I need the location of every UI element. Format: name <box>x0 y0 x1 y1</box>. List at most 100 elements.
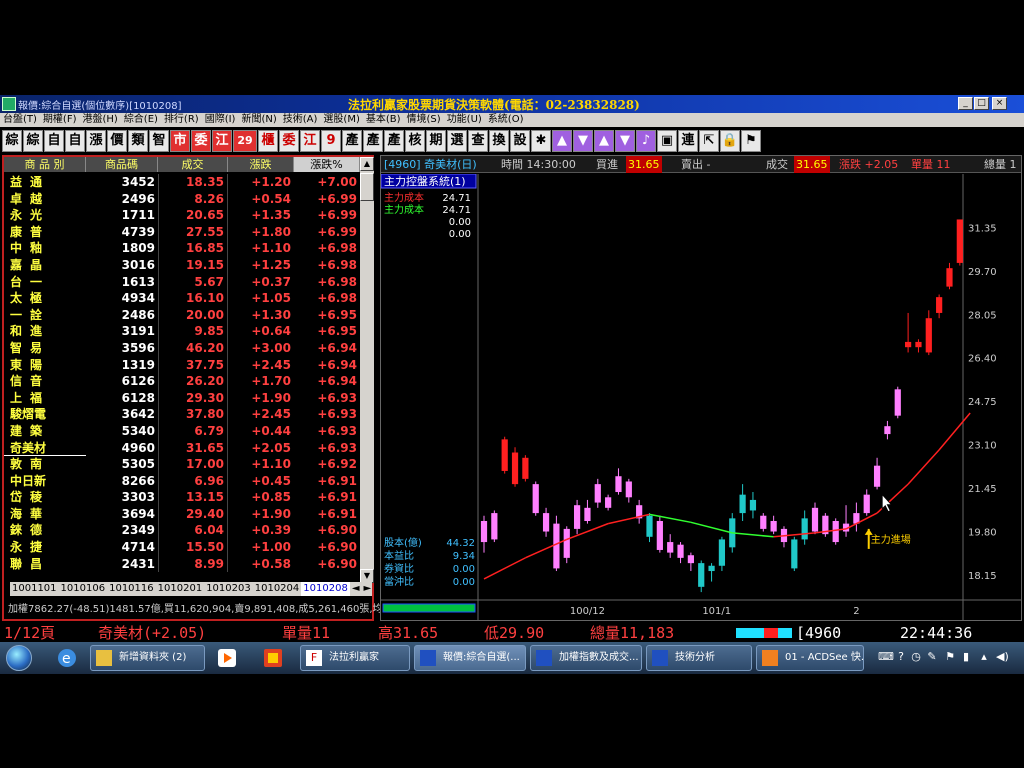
window-icon[interactable]: ▣ <box>657 130 677 152</box>
menu-item-intl[interactable]: 國際(I) <box>202 113 239 127</box>
toolbar-button-25[interactable]: 設 <box>510 130 530 152</box>
table-row[interactable]: 駿熠電 3642 37.80 +2.45 +6.93 <box>4 406 360 423</box>
table-row[interactable]: 中日新 8266 6.96 +0.45 +6.91 <box>4 472 360 490</box>
toolbar-button-18[interactable]: 產 <box>363 130 383 152</box>
toolbar-button-10[interactable]: 委 <box>191 130 211 152</box>
header-change[interactable]: 漲跌 <box>228 157 294 172</box>
arrow-up-icon[interactable]: ▲ <box>552 130 572 152</box>
task-folder[interactable]: 新增資料夾 (2) <box>90 645 205 671</box>
link-icon[interactable]: 連 <box>678 130 698 152</box>
toolbar-button-9[interactable]: 市 <box>170 130 190 152</box>
table-row[interactable]: 太極 4934 16.10 +1.05 +6.98 <box>4 290 360 307</box>
tray-clock-icon[interactable]: ◷ <box>910 650 922 664</box>
toolbar-button-22[interactable]: 選 <box>447 130 467 152</box>
header-code[interactable]: 商品碼 <box>86 157 158 172</box>
table-row[interactable]: 奇美材 4960 31.65 +2.05 +6.93 <box>4 439 360 457</box>
quote-scrollbar[interactable]: ▲ ▼ <box>360 157 374 583</box>
table-row[interactable]: 東陽 1319 37.75 +2.45 +6.94 <box>4 356 360 374</box>
arrow-down-icon-2[interactable]: ▼ <box>615 130 635 152</box>
table-row[interactable]: 錸德 2349 6.04 +0.39 +6.90 <box>4 522 360 540</box>
menu-item-hk[interactable]: 港盤(H) <box>79 113 120 127</box>
lock-icon[interactable]: 🔒 <box>720 130 740 152</box>
export-icon[interactable]: ⇱ <box>699 130 719 152</box>
table-row[interactable]: 和進 3191 9.85 +0.64 +6.95 <box>4 323 360 340</box>
tab-1010208[interactable]: 1010208 <box>301 582 350 596</box>
tab-1010116[interactable]: 1010116 <box>107 582 156 596</box>
toolbar-button-5[interactable]: 漲 <box>86 130 106 152</box>
table-row[interactable]: 台一 1613 5.67 +0.37 +6.98 <box>4 273 360 291</box>
header-change-pct[interactable]: 漲跌% <box>294 157 360 172</box>
flag-icon[interactable]: ⚑ <box>741 130 761 152</box>
start-button[interactable] <box>6 645 32 671</box>
toolbar-button-24[interactable]: 換 <box>489 130 509 152</box>
toolbar-button-12[interactable]: 29 <box>233 130 257 152</box>
table-row[interactable]: 一詮 2486 20.00 +1.30 +6.95 <box>4 306 360 324</box>
toolbar-button-15[interactable]: 江 <box>300 130 320 152</box>
tab-scroll-right[interactable]: ► <box>362 582 374 596</box>
table-row[interactable]: 海華 3694 29.40 +1.90 +6.91 <box>4 505 360 523</box>
close-button[interactable]: × <box>992 97 1007 110</box>
table-row[interactable]: 建築 5340 6.79 +0.44 +6.93 <box>4 422 360 440</box>
table-row[interactable]: 中釉 1809 16.85 +1.10 +6.98 <box>4 240 360 257</box>
table-row[interactable]: 永光 1711 20.65 +1.35 +6.99 <box>4 207 360 224</box>
toolbar-button-4[interactable]: 自 <box>65 130 85 152</box>
media-player-icon[interactable] <box>214 646 240 670</box>
task-quotes[interactable]: 報價:綜合自選(... <box>414 645 526 671</box>
menu-item-news[interactable]: 新聞(N) <box>238 113 279 127</box>
candlestick-chart[interactable]: 31.35 29.70 28.05 26.40 24.75 23.10 21.45 19.80… <box>381 174 1021 620</box>
table-row[interactable]: 康普 4739 27.55 +1.80 +6.99 <box>4 223 360 241</box>
toolbar-button-13[interactable]: 櫃 <box>258 130 278 152</box>
toolbar-button-14[interactable]: 委 <box>279 130 299 152</box>
tray-flag-icon[interactable]: ⚑ <box>944 650 956 664</box>
table-row[interactable]: 嘉晶 3016 19.15 +1.25 +6.98 <box>4 256 360 274</box>
table-row[interactable]: 聯昌 2431 8.99 +0.58 +6.90 <box>4 555 360 573</box>
table-row[interactable]: 岱稜 3303 13.15 +0.85 +6.91 <box>4 489 360 506</box>
toolbar-button-16[interactable]: 9 <box>321 130 341 152</box>
scroll-down-arrow-icon[interactable]: ▼ <box>360 569 374 583</box>
toolbar-button-21[interactable]: 期 <box>426 130 446 152</box>
scroll-up-arrow-icon[interactable]: ▲ <box>360 157 374 171</box>
tray-volume-icon[interactable]: ◀) <box>996 650 1009 664</box>
tray-tool-icon[interactable]: ✎ <box>926 650 938 664</box>
tab-scroll-left[interactable]: ◄ <box>350 582 362 596</box>
scroll-thumb[interactable] <box>360 173 374 201</box>
table-row[interactable]: 敦南 5305 17.00 +1.10 +6.92 <box>4 456 360 473</box>
minimize-button[interactable]: _ <box>958 97 973 110</box>
table-row[interactable]: 永捷 4714 15.50 +1.00 +6.90 <box>4 539 360 556</box>
tray-help-icon[interactable]: ? <box>895 650 907 664</box>
toolbar-button-7[interactable]: 類 <box>128 130 148 152</box>
settings-app-icon[interactable] <box>260 646 286 670</box>
menu-item-basic[interactable]: 基本(B) <box>363 113 404 127</box>
tab-1010201[interactable]: 1010201 <box>156 582 205 596</box>
table-row[interactable]: 信音 6126 26.20 +1.70 +6.94 <box>4 373 360 390</box>
task-acdsee[interactable]: 01 - ACDSee 快... <box>756 645 864 671</box>
table-row[interactable]: 益通 3452 18.35 +1.20 +7.00 <box>4 174 360 191</box>
toolbar-button-19[interactable]: 產 <box>384 130 404 152</box>
task-index[interactable]: 加權指數及成交... <box>530 645 642 671</box>
menu-item-ranking[interactable]: 排行(R) <box>161 113 202 127</box>
toolbar-button-6[interactable]: 價 <box>107 130 127 152</box>
tray-battery-icon[interactable]: ▮ <box>960 650 972 664</box>
ie-icon[interactable]: e <box>54 646 80 670</box>
asterisk-icon[interactable]: ✱ <box>531 130 551 152</box>
menu-item-futures[interactable]: 期權(F) <box>40 113 80 127</box>
toolbar-button-1[interactable]: 綜 <box>2 130 22 152</box>
menu-item-tw[interactable]: 台盤(T) <box>0 113 40 127</box>
tab-1010204[interactable]: 1010204 <box>253 582 302 596</box>
table-row[interactable]: 上福 6128 29.30 +1.90 +6.93 <box>4 389 360 407</box>
tray-keyboard-icon[interactable]: ⌨ <box>878 650 894 664</box>
table-row[interactable]: 智易 3596 46.20 +3.00 +6.94 <box>4 339 360 357</box>
tab-1010203[interactable]: 1010203 <box>204 582 253 596</box>
menu-item-scenario[interactable]: 情境(S) <box>404 113 444 127</box>
toolbar-button-11[interactable]: 江 <box>212 130 232 152</box>
menu-item-picker[interactable]: 選股(M) <box>320 113 362 127</box>
toolbar-button-3[interactable]: 自 <box>44 130 64 152</box>
menu-item-system[interactable]: 系統(O) <box>485 113 527 127</box>
header-name[interactable]: 商 品 別 <box>4 157 86 172</box>
tab-1001101[interactable]: 1001101 <box>10 582 59 596</box>
toolbar-button-8[interactable]: 智 <box>149 130 169 152</box>
tray-network-icon[interactable]: ▴ <box>978 650 990 664</box>
toolbar-button-20[interactable]: 核 <box>405 130 425 152</box>
table-row[interactable]: 卓越 2496 8.26 +0.54 +6.99 <box>4 190 360 208</box>
note-icon[interactable]: ♪ <box>636 130 656 152</box>
